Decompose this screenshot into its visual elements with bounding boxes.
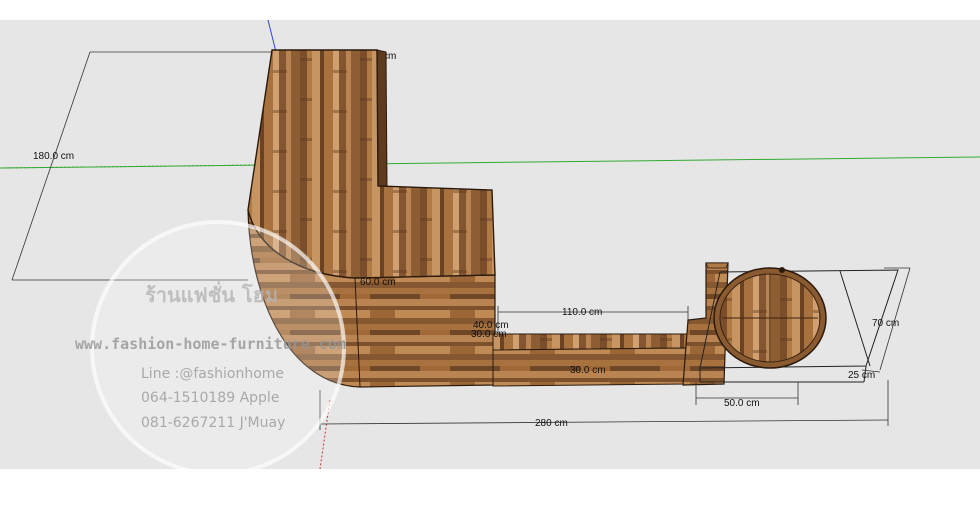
axis-blue [267,20,277,53]
shop-watermark: ร้านแฟชั่น โฮม www.fashion-home-furnitur… [75,220,346,469]
dimension-label-110: 110.0 cm [562,307,602,318]
watermark-phone-1: 064-1510189 Apple [141,390,279,406]
watermark-shop-name: ร้านแฟชั่น โฮม [145,280,278,307]
axis-green [0,156,980,169]
shelf-top [492,333,689,351]
dimension-280 [319,380,889,430]
dimension-label-30b: 30.0 cm [570,365,606,376]
watermark-line-id: Line :@fashionhome [141,366,284,382]
dimension-label-280: 280 cm [535,418,568,429]
dimension-label-30a: 30.0 cm [471,329,507,340]
dimension-label-180: 180.0 cm [33,151,74,162]
watermark-website: www.fashion-home-furniture.com [75,335,346,353]
dimension-label-corner: 60.0 cm [360,277,396,288]
3d-model-viewport[interactable]: 180.0 cm cm 60.0 cm 110.0 cm 40.0 cm 30.… [0,20,980,469]
dimension-label-25: 25 cm [848,370,875,381]
round-door[interactable] [713,267,827,369]
dimension-label-50: 50.0 cm [724,398,760,409]
counter-model-drawing: 180.0 cm cm 60.0 cm 110.0 cm 40.0 cm 30.… [0,20,980,469]
watermark-phone-2: 081-6267211 J'Muay [141,415,285,431]
dimension-label-70: 70 cm [872,318,899,329]
